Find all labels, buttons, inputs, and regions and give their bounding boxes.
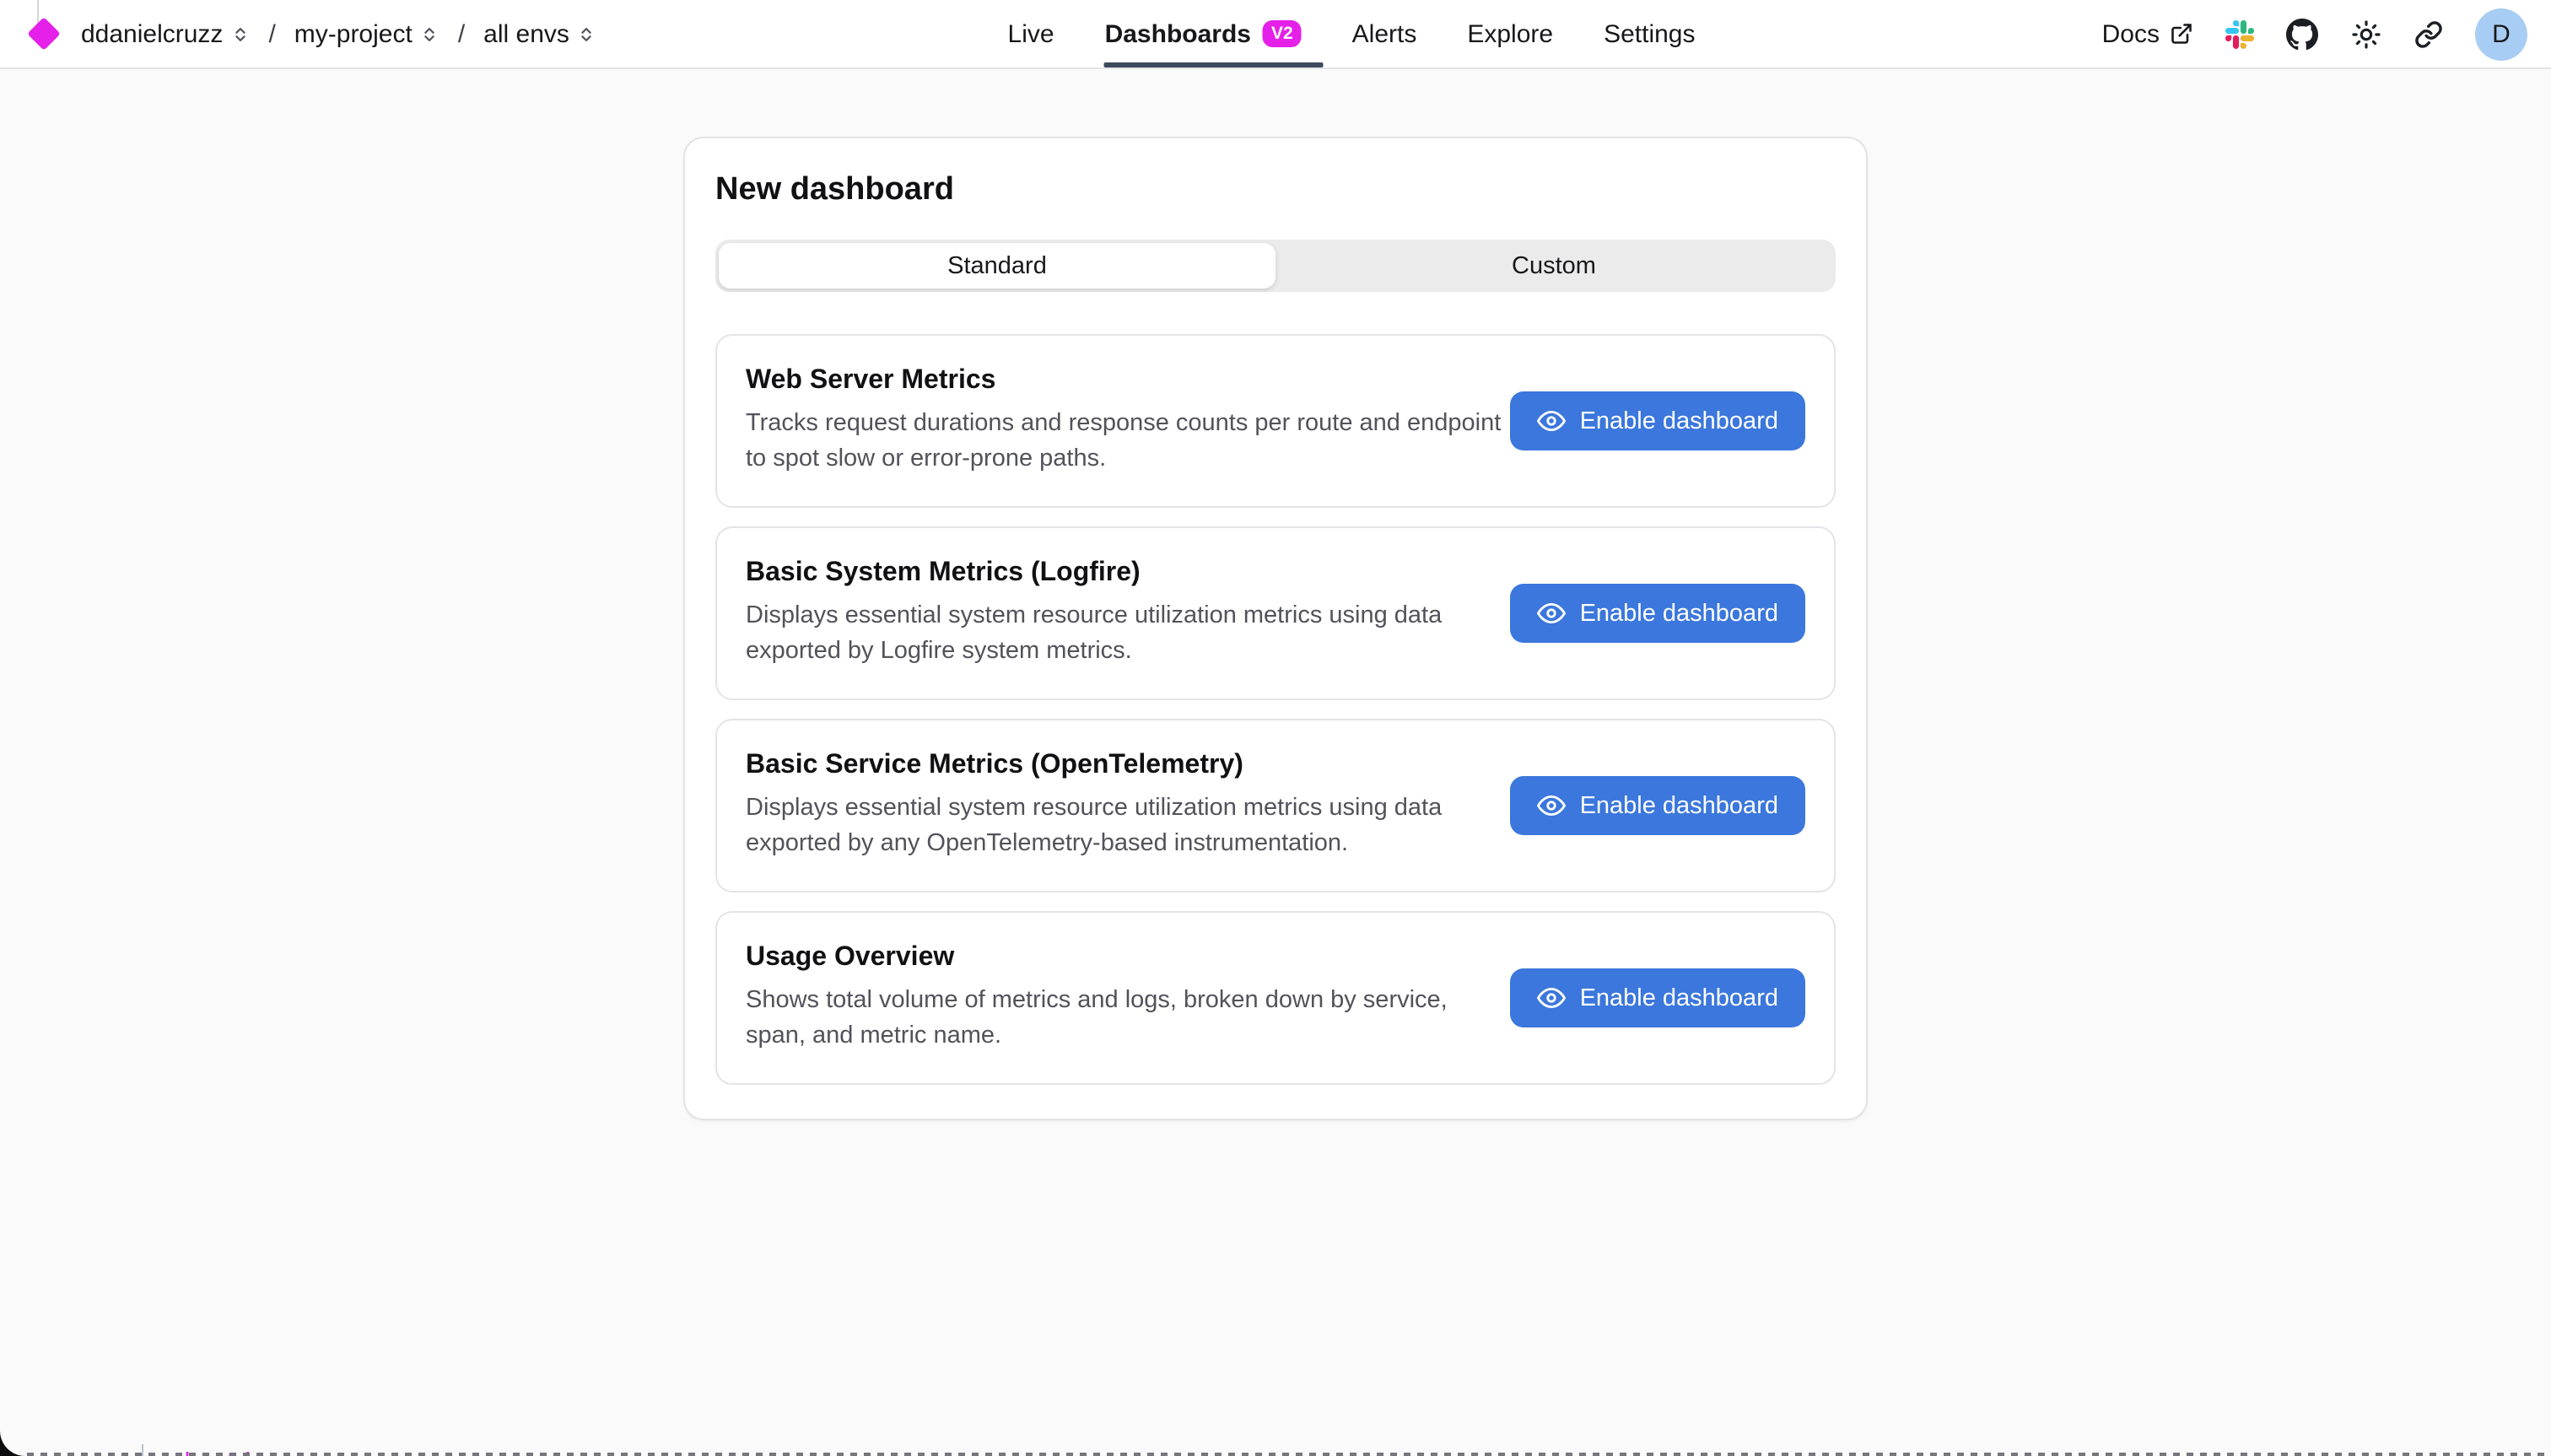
nav-tab-explore[interactable]: Explore [1467,0,1553,67]
github-icon [2286,18,2318,50]
dashboard-mode-toggle: Standard Custom [715,240,1836,292]
navbar-actions: Docs [2102,8,2527,60]
main-content: New dashboard Standard Custom Web Server… [0,137,2551,1456]
template-card-basic-service-metrics: Basic Service Metrics (OpenTelemetry) Di… [715,719,1836,892]
nav-tab-label: Explore [1467,19,1553,48]
enable-dashboard-button[interactable]: Enable dashboard [1511,776,1805,835]
eye-icon [1538,791,1567,820]
top-navbar: ddanielcruzz / my-project / all envs Liv… [0,0,2551,69]
primary-nav: Live Dashboards V2 Alerts Explore Settin… [1008,0,1696,67]
org-name: ddanielcruzz [81,19,223,48]
chevron-updown-icon [231,23,250,45]
enable-dashboard-button[interactable]: Enable dashboard [1511,584,1805,643]
template-card-basic-system-metrics: Basic System Metrics (Logfire) Displays … [715,526,1836,700]
enable-dashboard-label: Enable dashboard [1580,600,1778,627]
breadcrumb-project-selector[interactable]: my-project [294,19,440,48]
nav-tab-label: Settings [1604,19,1695,48]
template-description: Shows total volume of metrics and logs, … [746,983,1508,1054]
nav-tab-settings[interactable]: Settings [1604,0,1695,67]
link-icon [2414,19,2443,48]
nav-tab-live[interactable]: Live [1008,0,1054,67]
template-card-usage-overview: Usage Overview Shows total volume of met… [715,911,1836,1085]
env-name: all envs [483,19,569,48]
enable-dashboard-label: Enable dashboard [1580,984,1778,1011]
breadcrumb-org-selector[interactable]: ddanielcruzz [81,19,250,48]
slack-button[interactable] [2225,19,2254,48]
nav-tab-label: Alerts [1352,19,1417,48]
nav-tab-label: Dashboards [1105,19,1251,48]
template-description: Tracks request durations and response co… [746,406,1508,477]
share-link-button[interactable] [2414,19,2443,48]
template-title: Basic Service Metrics (OpenTelemetry) [746,750,1508,780]
template-text: Usage Overview Shows total volume of met… [746,942,1508,1054]
template-description: Displays essential system resource utili… [746,598,1508,669]
new-dashboard-panel: New dashboard Standard Custom Web Server… [683,137,1868,1120]
sun-icon [2350,18,2382,50]
nav-tab-label: Live [1008,19,1054,48]
external-link-icon [2170,22,2193,46]
theme-toggle-button[interactable] [2350,18,2382,50]
eye-icon [1538,407,1567,435]
template-description: Displays essential system resource utili… [746,790,1508,861]
docs-label: Docs [2102,19,2160,48]
page-title: New dashboard [715,172,1836,209]
eye-icon [1538,984,1567,1012]
nav-tab-alerts[interactable]: Alerts [1352,0,1417,67]
github-button[interactable] [2286,18,2318,50]
template-title: Usage Overview [746,942,1508,973]
breadcrumb-separator: / [455,19,468,48]
dashboard-template-list: Web Server Metrics Tracks request durati… [715,334,1836,1085]
enable-dashboard-label: Enable dashboard [1580,407,1778,434]
template-text: Web Server Metrics Tracks request durati… [746,365,1508,477]
chevron-updown-icon [421,23,440,45]
logfire-diamond-logo[interactable] [27,17,61,51]
tab-custom[interactable]: Custom [1276,243,1832,289]
screenshot-guide-line [37,0,39,24]
template-card-web-server-metrics: Web Server Metrics Tracks request durati… [715,334,1836,508]
slack-icon [2225,19,2254,48]
project-name: my-project [294,19,413,48]
logfire-app: ddanielcruzz / my-project / all envs Liv… [0,0,2551,1456]
v2-badge: V2 [1263,20,1302,48]
avatar-initial: D [2492,19,2511,48]
nav-tab-dashboards[interactable]: Dashboards V2 [1105,0,1302,67]
enable-dashboard-button[interactable]: Enable dashboard [1511,391,1805,450]
breadcrumb-env-selector[interactable]: all envs [483,19,596,48]
eye-icon [1538,599,1567,628]
template-text: Basic System Metrics (Logfire) Displays … [746,558,1508,669]
breadcrumb-separator: / [265,19,278,48]
breadcrumb: ddanielcruzz / my-project / all envs [24,19,596,48]
tab-standard[interactable]: Standard [719,243,1276,289]
chevron-updown-icon [578,23,596,45]
docs-link[interactable]: Docs [2102,19,2193,48]
enable-dashboard-label: Enable dashboard [1580,792,1778,819]
screenshot-selection-dashes [0,1453,2551,1456]
template-title: Web Server Metrics [746,365,1508,396]
user-avatar[interactable]: D [2475,8,2527,60]
template-title: Basic System Metrics (Logfire) [746,558,1508,588]
enable-dashboard-button[interactable]: Enable dashboard [1511,968,1805,1027]
template-text: Basic Service Metrics (OpenTelemetry) Di… [746,750,1508,861]
